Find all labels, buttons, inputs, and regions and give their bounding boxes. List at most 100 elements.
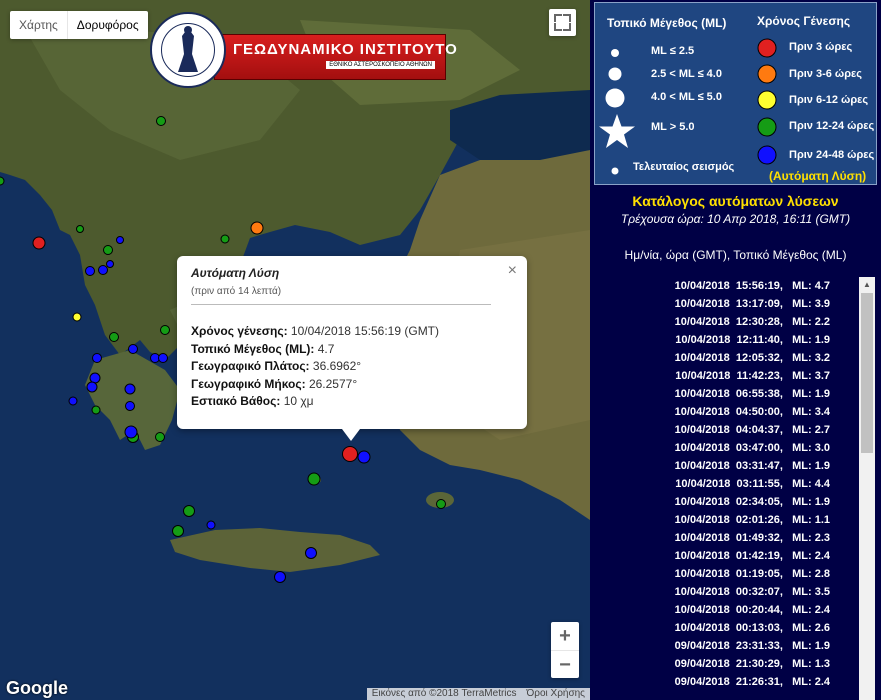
earthquake-marker[interactable] bbox=[32, 236, 46, 250]
catalog-title: Κατάλογος αυτόματων λύσεων bbox=[632, 193, 839, 209]
catalog-scrollbar[interactable]: ▲ bbox=[859, 277, 875, 700]
catalog-item[interactable]: 10/04/2018 06:55:38, ML: 1.9 bbox=[590, 385, 858, 403]
earthquake-marker[interactable] bbox=[250, 221, 264, 235]
earthquake-marker[interactable] bbox=[206, 520, 216, 530]
earthquake-marker[interactable] bbox=[183, 505, 195, 517]
legend-time-title: Χρόνος Γένεσης bbox=[757, 14, 851, 28]
catalog-item[interactable]: 10/04/2018 04:04:37, ML: 2.7 bbox=[590, 421, 858, 439]
earthquake-marker[interactable] bbox=[357, 450, 371, 464]
google-logo: Google bbox=[6, 678, 68, 698]
logo-banner: ΓΕΩΔΥΝΑΜΙΚΟ ΙΝΣΤΙΤΟΥΤΟ ΕΘΝΙΚΟ ΑΣΤΕΡΟΣΚΟΠ… bbox=[214, 34, 457, 80]
time-red-icon bbox=[757, 38, 777, 58]
fullscreen-icon bbox=[554, 23, 562, 31]
catalog-item[interactable]: 10/04/2018 13:17:09, ML: 3.9 bbox=[590, 295, 858, 313]
catalog-item[interactable]: 09/04/2018 21:26:31, ML: 2.4 bbox=[590, 673, 858, 691]
catalog-item[interactable]: 10/04/2018 03:31:47, ML: 1.9 bbox=[590, 457, 858, 475]
earthquake-marker[interactable] bbox=[160, 325, 170, 335]
earthquake-marker[interactable] bbox=[109, 332, 119, 342]
earthquake-marker[interactable] bbox=[124, 425, 138, 439]
earthquake-marker[interactable] bbox=[128, 344, 138, 354]
earthquake-marker[interactable] bbox=[156, 116, 166, 126]
sidebar: Τοπικό Μέγεθος (ML) Χρόνος Γένεσης ML ≤ … bbox=[590, 0, 881, 700]
scrollbar-thumb[interactable] bbox=[861, 293, 873, 453]
earthquake-marker[interactable] bbox=[86, 381, 98, 393]
catalog-item[interactable]: 09/04/2018 23:31:33, ML: 1.9 bbox=[590, 637, 858, 655]
earthquake-marker[interactable] bbox=[76, 225, 84, 233]
earthquake-marker[interactable] bbox=[106, 260, 114, 268]
legend-time-5: Πριν 24-48 ώρες bbox=[789, 149, 875, 161]
catalog-item[interactable]: 10/04/2018 02:01:26, ML: 1.1 bbox=[590, 511, 858, 529]
legend-magnitude-3: 4.0 < ML ≤ 5.0 bbox=[651, 91, 722, 103]
catalog-item[interactable]: 09/04/2018 21:30:29, ML: 1.3 bbox=[590, 655, 858, 673]
catalog-item[interactable]: 10/04/2018 12:30:28, ML: 2.2 bbox=[590, 313, 858, 331]
map-attribution: Εικόνες από ©2018 TerraMetrics Όροι Χρήσ… bbox=[366, 688, 590, 700]
popup-row-longitude: Γεωγραφικό Μήκος: 26.2577° bbox=[191, 376, 358, 391]
institute-logo: ΓΕΩΔΥΝΑΜΙΚΟ ΙΝΣΤΙΤΟΥΤΟ ΕΘΝΙΚΟ ΑΣΤΕΡΟΣΚΟΠ… bbox=[150, 12, 457, 92]
fullscreen-button[interactable] bbox=[549, 9, 576, 36]
fullscreen-icon bbox=[554, 14, 562, 22]
zoom-in-button[interactable]: + bbox=[551, 622, 579, 650]
legend-latest: Τελευταίος σεισμός bbox=[633, 161, 735, 173]
catalog-item[interactable]: 10/04/2018 03:11:55, ML: 4.4 bbox=[590, 475, 858, 493]
earthquake-marker[interactable] bbox=[85, 266, 95, 276]
catalog-item[interactable]: 10/04/2018 12:05:32, ML: 3.2 bbox=[590, 349, 858, 367]
map-area[interactable]: Χάρτης Δορυφόρος ΓΕΩΔΥΝΑΜΙΚΟ ΙΝΣΤΙΤΟΥΤΟ … bbox=[0, 0, 590, 700]
catalog-item[interactable]: 10/04/2018 01:42:19, ML: 2.4 bbox=[590, 547, 858, 565]
earthquake-marker[interactable] bbox=[220, 234, 230, 244]
earthquake-marker[interactable] bbox=[342, 446, 358, 462]
logo-subtitle: ΕΘΝΙΚΟ ΑΣΤΕΡΟΣΚΟΠΕΙΟ ΑΘΗΝΩΝ bbox=[326, 61, 435, 69]
legend-time-2: Πριν 3-6 ώρες bbox=[789, 68, 862, 80]
zoom-out-button[interactable]: − bbox=[551, 650, 579, 679]
catalog-list[interactable]: 10/04/2018 15:56:19, ML: 4.7 10/04/2018 1… bbox=[590, 277, 858, 700]
earthquake-marker[interactable] bbox=[436, 499, 446, 509]
earthquake-info-popup: × Αυτόματη Λύση (πριν από 14 λεπτά) Χρόν… bbox=[177, 256, 527, 441]
catalog-item[interactable]: 10/04/2018 04:50:00, ML: 3.4 bbox=[590, 403, 858, 421]
popup-row-latitude: Γεωγραφικό Πλάτος: 36.6962° bbox=[191, 359, 362, 373]
earthquake-marker[interactable] bbox=[91, 405, 101, 415]
earthquake-marker[interactable] bbox=[116, 236, 124, 244]
earthquake-marker[interactable] bbox=[307, 472, 321, 486]
star-icon bbox=[599, 114, 635, 148]
legend-time-4: Πριν 12-24 ώρες bbox=[789, 120, 875, 132]
legend-panel: Τοπικό Μέγεθος (ML) Χρόνος Γένεσης ML ≤ … bbox=[594, 2, 877, 185]
earthquake-marker[interactable] bbox=[68, 396, 78, 406]
catalog-item[interactable]: 10/04/2018 02:34:05, ML: 1.9 bbox=[590, 493, 858, 511]
catalog-item[interactable]: 10/04/2018 11:42:23, ML: 3.7 bbox=[590, 367, 858, 385]
magnitude-small-icon bbox=[611, 49, 619, 57]
catalog-item[interactable]: 10/04/2018 01:19:05, ML: 2.8 bbox=[590, 565, 858, 583]
legend-magnitude-4: ML > 5.0 bbox=[651, 121, 695, 133]
earthquake-marker[interactable] bbox=[155, 432, 165, 442]
earthquake-marker[interactable] bbox=[172, 525, 184, 537]
map-type-map-button[interactable]: Χάρτης bbox=[10, 11, 67, 39]
map-type-satellite-button[interactable]: Δορυφόρος bbox=[66, 11, 148, 39]
earthquake-marker[interactable] bbox=[103, 245, 113, 255]
close-icon[interactable]: × bbox=[508, 262, 517, 280]
popup-row-depth: Εστιακό Βάθος: 10 χμ bbox=[191, 394, 314, 408]
legend-magnitude-2: 2.5 < ML ≤ 4.0 bbox=[651, 68, 722, 80]
scroll-up-icon[interactable]: ▲ bbox=[859, 277, 875, 293]
logo-title: ΓΕΩΔΥΝΑΜΙΚΟ ΙΝΣΤΙΤΟΥΤΟ bbox=[233, 41, 458, 58]
catalog-item[interactable]: 10/04/2018 00:32:07, ML: 3.5 bbox=[590, 583, 858, 601]
fullscreen-icon bbox=[563, 23, 571, 31]
legend-magnitude-1: ML ≤ 2.5 bbox=[651, 45, 695, 57]
catalog-item[interactable]: 10/04/2018 01:49:32, ML: 2.3 bbox=[590, 529, 858, 547]
earthquake-marker[interactable] bbox=[125, 401, 135, 411]
popup-title: Αυτόματη Λύση bbox=[191, 266, 280, 280]
earthquake-marker[interactable] bbox=[305, 547, 317, 559]
current-time: Τρέχουσα ώρα: 10 Απρ 2018, 16:11 (GMT) bbox=[620, 212, 851, 226]
earthquake-marker[interactable] bbox=[124, 383, 136, 395]
catalog-item[interactable]: 10/04/2018 03:47:00, ML: 3.0 bbox=[590, 439, 858, 457]
earthquake-marker[interactable] bbox=[72, 312, 82, 322]
catalog-item[interactable]: 10/04/2018 15:56:19, ML: 4.7 bbox=[590, 277, 858, 295]
legend-magnitude-title: Τοπικό Μέγεθος (ML) bbox=[607, 16, 727, 30]
earthquake-marker[interactable] bbox=[92, 353, 102, 363]
popup-subtitle: (πριν από 14 λεπτά) bbox=[191, 286, 282, 297]
earthquake-marker[interactable] bbox=[158, 353, 168, 363]
catalog-item[interactable]: 10/04/2018 00:20:44, ML: 2.4 bbox=[590, 601, 858, 619]
earthquake-marker[interactable] bbox=[274, 571, 286, 583]
time-yellow-icon bbox=[757, 90, 777, 110]
map-type-control: Χάρτης Δορυφόρος bbox=[10, 11, 148, 39]
catalog-item[interactable]: 10/04/2018 12:11:40, ML: 1.9 bbox=[590, 331, 858, 349]
catalog-item[interactable]: 10/04/2018 00:13:03, ML: 2.6 bbox=[590, 619, 858, 637]
terms-link[interactable]: Όροι Χρήσης bbox=[522, 688, 590, 700]
